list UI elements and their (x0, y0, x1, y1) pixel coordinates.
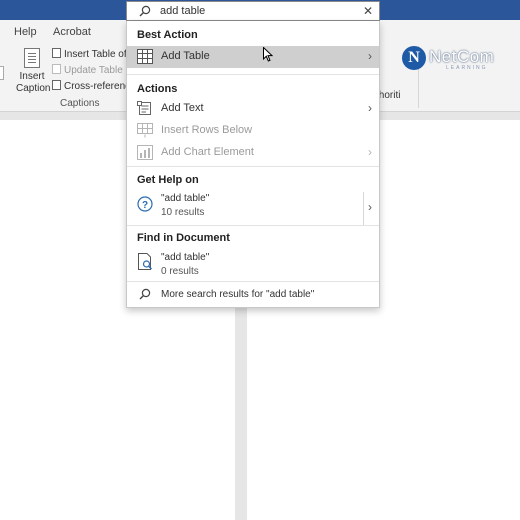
cross-reference-icon (52, 80, 61, 90)
find-in-document-heading: Find in Document (137, 232, 230, 244)
insert-rows-below-label: Insert Rows Below (161, 124, 253, 136)
add-chart-element-label: Add Chart Element (161, 146, 254, 158)
get-help-heading: Get Help on (137, 174, 199, 186)
add-text-icon (137, 101, 153, 119)
chevron-right-icon: › (368, 101, 372, 115)
update-table-label: Update Table (64, 65, 123, 76)
best-action-heading: Best Action (137, 29, 198, 41)
tab-acrobat[interactable]: Acrobat (53, 26, 91, 38)
add-table-label: Add Table (161, 50, 210, 62)
search-input[interactable] (160, 3, 350, 19)
chevron-right-icon: › (368, 49, 372, 63)
section-divider (127, 166, 379, 167)
caption-icon (24, 48, 40, 68)
help-result-count: 10 results (161, 207, 205, 218)
svg-text:?: ? (142, 200, 148, 211)
help-query: "add table" (161, 193, 210, 204)
update-table-icon (52, 64, 61, 74)
insert-caption-button[interactable]: Insert Caption (16, 48, 51, 95)
logo-subtext: LEARNING (446, 65, 488, 71)
insert-caption-label-line1: Insert (19, 71, 45, 82)
insert-caption-label-line2: Caption (16, 83, 51, 94)
captions-group-label: Captions (60, 98, 100, 109)
search-icon (139, 288, 151, 303)
close-icon[interactable]: ✕ (363, 4, 373, 18)
search-box[interactable]: ✕ (126, 1, 380, 21)
more-search-results-label: More search results for "add table" (161, 289, 315, 300)
logo-mark: N (402, 46, 426, 70)
action-add-chart-element[interactable]: Add Chart Element › (127, 142, 379, 164)
chevron-right-icon[interactable]: › (368, 200, 372, 214)
find-query: "add table" (161, 252, 210, 263)
logo-text: NetCom (429, 47, 495, 66)
actions-heading: Actions (137, 83, 178, 95)
mouse-cursor-icon (263, 46, 274, 65)
chart-element-icon (137, 145, 153, 163)
vertical-divider (363, 192, 364, 226)
search-icon (139, 5, 151, 20)
best-action-add-table[interactable]: Add Table › (127, 46, 379, 68)
more-search-results-link[interactable]: More search results for "add table" (127, 285, 379, 305)
add-text-label: Add Text (161, 102, 204, 114)
section-divider (127, 225, 379, 226)
find-document-icon (137, 253, 153, 274)
section-divider (127, 281, 379, 282)
find-result-add-table[interactable]: "add table" 0 results (127, 251, 379, 289)
chevron-right-icon: › (368, 145, 372, 159)
cross-reference-button[interactable]: Cross-reference (52, 79, 136, 94)
table-icon (137, 49, 153, 67)
table-of-figures-icon (52, 48, 61, 58)
tab-help[interactable]: Help (14, 26, 37, 38)
insert-rows-icon (137, 123, 153, 141)
netcom-learning-logo: N NetCom LEARNING (402, 46, 496, 74)
search-results-dropdown: Best Action Add Table › Actions Add Text… (126, 21, 380, 308)
help-icon: ? (137, 196, 153, 215)
section-divider (127, 74, 379, 75)
ribbon-edge-fragment (0, 66, 4, 80)
action-insert-rows-below[interactable]: Insert Rows Below (127, 120, 379, 142)
update-table-button[interactable]: Update Table (52, 63, 123, 78)
action-add-text[interactable]: Add Text › (127, 98, 379, 120)
cross-reference-label: Cross-reference (64, 81, 136, 92)
find-result-count: 0 results (161, 266, 199, 277)
